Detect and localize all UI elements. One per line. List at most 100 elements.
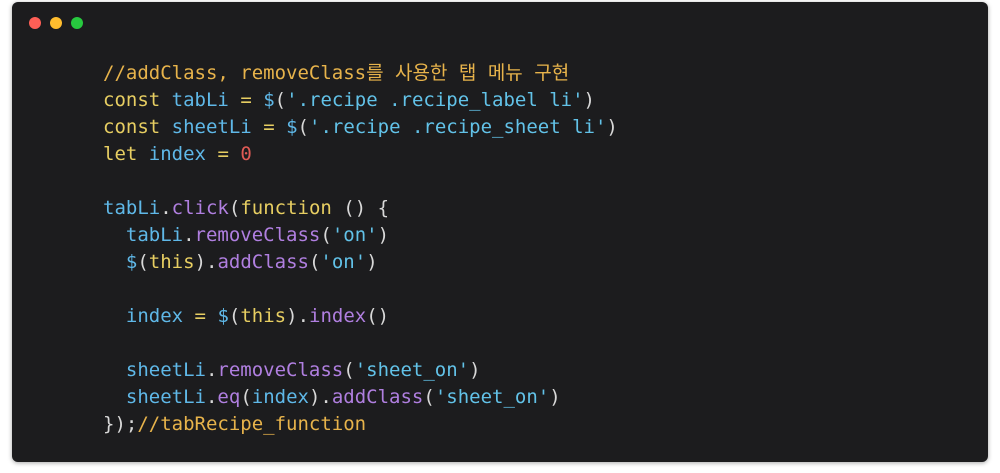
code-token-punc (160, 116, 171, 138)
code-token-op: = (263, 116, 275, 138)
code-token-str: '.recipe .recipe_label li' (286, 89, 584, 111)
code-token-str: 'sheet_on' (354, 359, 470, 381)
code-token-punc: ) (366, 251, 378, 273)
code-token-punc (252, 89, 263, 111)
code-token-comment: //addClass, removeClass를 사용한 탭 메뉴 구현 (103, 62, 570, 84)
code-token-punc (252, 116, 263, 138)
code-token-punc: . (160, 197, 172, 219)
code-line: let index = 0 (103, 141, 618, 168)
code-line: sheetLi.removeClass('sheet_on') (103, 357, 618, 384)
code-token-punc: () (366, 305, 390, 327)
code-token-punc (103, 359, 126, 381)
code-token-var: tabLi (103, 197, 161, 219)
code-token-method: addClass (331, 386, 424, 408)
code-token-str: 'sheet_on' (434, 386, 550, 408)
code-token-punc: ) (606, 116, 618, 138)
code-window: //addClass, removeClass를 사용한 탭 메뉴 구현 cons… (12, 2, 988, 462)
code-token-punc: ( (228, 305, 241, 327)
code-token-punc (103, 224, 126, 246)
code-token-var: sheetLi (171, 116, 252, 138)
code-token-punc: ( (228, 197, 241, 219)
code-token-var: $ (125, 251, 138, 273)
code-token-punc: ). (286, 305, 310, 327)
code-token-punc: . (205, 359, 218, 381)
code-token-punc: . (183, 224, 195, 246)
code-token-var: sheetLi (125, 359, 206, 381)
minimize-button[interactable] (50, 17, 62, 29)
code-token-var: $ (263, 89, 275, 111)
code-token-punc (103, 305, 126, 327)
code-token-punc (275, 116, 286, 138)
code-token-method: eq (217, 386, 241, 408)
code-token-op: = (240, 89, 252, 111)
code-line: index = $(this).index() (103, 303, 618, 330)
code-token-op: = (194, 305, 206, 327)
code-token-punc (183, 305, 194, 327)
code-token-var: tabLi (125, 224, 184, 246)
code-token-keyword: this (148, 251, 195, 273)
code-token-str: 'on' (331, 224, 378, 246)
code-block: //addClass, removeClass를 사용한 탭 메뉴 구현 cons… (103, 60, 618, 438)
code-token-punc: ( (297, 116, 309, 138)
code-token-punc (137, 143, 148, 165)
code-token-comment: //tabRecipe_function (137, 413, 367, 435)
code-token-var: sheetLi (125, 386, 206, 408)
code-line: $(this).addClass('on') (103, 249, 618, 276)
code-line: });//tabRecipe_function (103, 411, 618, 438)
code-token-var: index (125, 305, 184, 327)
code-token-punc: ( (137, 251, 149, 273)
code-token-punc: ) (549, 386, 561, 408)
code-token-keyword: function (240, 197, 332, 219)
code-token-var: index (251, 386, 309, 408)
code-token-method: click (171, 197, 229, 219)
code-token-punc: () { (331, 197, 390, 219)
code-token-punc: . (205, 386, 218, 408)
code-token-punc: ( (343, 359, 355, 381)
code-token-punc: ( (274, 89, 287, 111)
code-token-var: $ (286, 116, 298, 138)
code-token-method: index (309, 305, 367, 327)
code-token-punc: ( (308, 251, 321, 273)
code-token-punc (206, 143, 217, 165)
code-token-var: $ (217, 305, 229, 327)
maximize-button[interactable] (71, 17, 83, 29)
code-token-method: addClass (217, 251, 309, 273)
code-token-num: 0 (240, 143, 252, 165)
code-token-punc: ( (423, 386, 435, 408)
code-token-punc: ) (377, 224, 390, 246)
code-token-keyword: this (240, 305, 287, 327)
code-line: tabLi.removeClass('on') (103, 222, 618, 249)
close-button[interactable] (29, 17, 41, 29)
code-token-keyword: const (103, 89, 161, 111)
code-line: const sheetLi = $('.recipe .recipe_sheet… (103, 114, 618, 141)
code-token-method: removeClass (194, 224, 321, 246)
code-token-method: removeClass (217, 359, 344, 381)
code-token-punc (103, 386, 126, 408)
code-line: const tabLi = $('.recipe .recipe_label l… (103, 87, 618, 114)
code-token-punc (229, 143, 240, 165)
code-token-punc (103, 251, 126, 273)
code-token-punc: ). (194, 251, 218, 273)
code-line: tabLi.click(function () { (103, 195, 618, 222)
code-token-punc: ). (308, 386, 332, 408)
code-token-punc: ) (583, 89, 595, 111)
code-token-punc: }); (103, 413, 138, 435)
code-token-str: 'on' (320, 251, 367, 273)
code-token-keyword: const (103, 116, 161, 138)
code-token-punc: ) (469, 359, 481, 381)
code-line: //addClass, removeClass를 사용한 탭 메뉴 구현 (103, 60, 618, 87)
code-token-var: index (148, 143, 206, 165)
code-token-punc: ( (320, 224, 332, 246)
code-token-keyword: let (103, 143, 138, 165)
code-token-punc (229, 89, 240, 111)
code-token-punc: ( (240, 386, 252, 408)
window-controls (29, 17, 83, 29)
code-token-punc (160, 89, 171, 111)
code-token-punc (206, 305, 217, 327)
code-token-str: '.recipe .recipe_sheet li' (309, 116, 607, 138)
code-token-op: = (217, 143, 229, 165)
code-line: sheetLi.eq(index).addClass('sheet_on') (103, 384, 618, 411)
